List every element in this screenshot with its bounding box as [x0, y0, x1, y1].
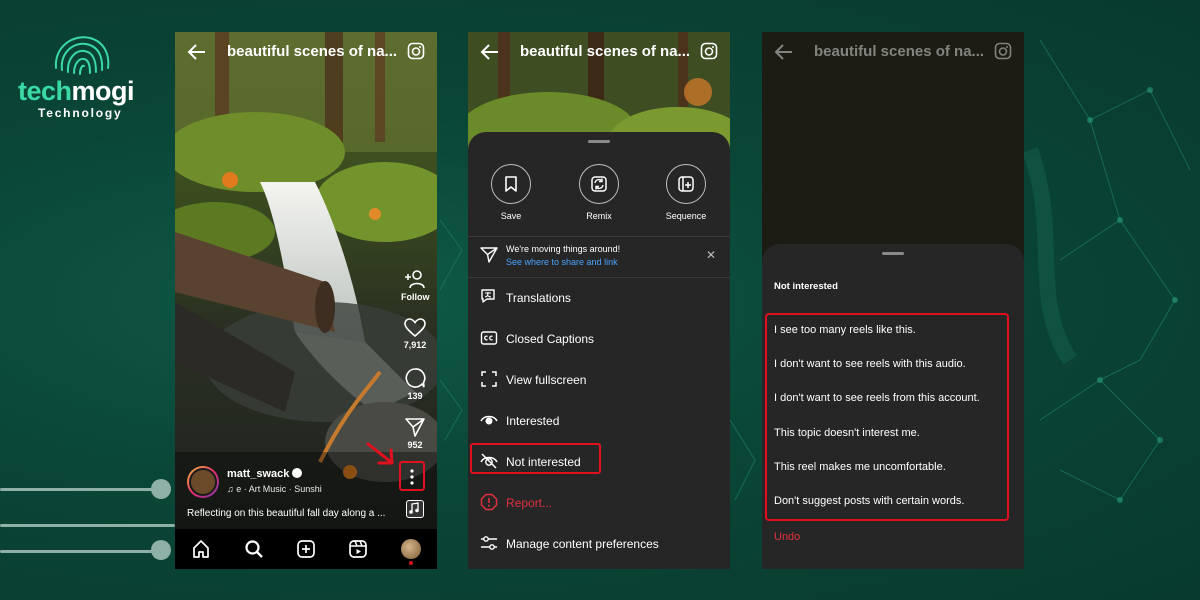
- sheet-grabber[interactable]: [588, 140, 610, 143]
- author-username[interactable]: matt_swack: [227, 468, 303, 480]
- divider: [468, 277, 730, 278]
- like-count: 7,912: [403, 340, 427, 350]
- follow-label: Follow: [401, 292, 430, 302]
- view-fullscreen-label: View fullscreen: [506, 373, 587, 387]
- save-button[interactable]: Save: [490, 164, 532, 221]
- closed-captions-item[interactable]: Closed Captions: [468, 324, 730, 354]
- camera-icon[interactable]: [407, 42, 425, 60]
- sliders-icon: [481, 536, 497, 550]
- profile-avatar[interactable]: [400, 539, 421, 565]
- heart-icon: [404, 318, 426, 338]
- reels-icon[interactable]: [348, 539, 368, 559]
- not-interested-screen: beautiful scenes of na... Not interested…: [762, 32, 1024, 569]
- report-icon: [480, 493, 498, 511]
- like-button[interactable]: 7,912: [401, 318, 429, 350]
- back-arrow-icon[interactable]: [480, 42, 500, 62]
- translate-icon: [481, 289, 495, 303]
- comment-button[interactable]: 139: [401, 367, 429, 401]
- back-arrow-icon[interactable]: [187, 42, 207, 62]
- manage-content-preferences-label: Manage content preferences: [506, 537, 659, 551]
- share-count: 952: [407, 440, 423, 450]
- options-sheet: Save Remix Sequence We're moving things …: [468, 132, 730, 569]
- verified-icon: [292, 468, 303, 478]
- bookmark-icon: [505, 176, 517, 192]
- sequence-label: Sequence: [665, 211, 707, 221]
- reel-title: beautiful scenes of na...: [814, 43, 985, 60]
- sheet-heading: Not interested: [774, 281, 838, 292]
- interested-item[interactable]: Interested: [468, 406, 730, 436]
- reel-topbar: beautiful scenes of na...: [762, 32, 1024, 72]
- sequence-icon: [678, 176, 694, 192]
- highlight-box: [470, 443, 601, 474]
- red-arrow-icon: [366, 442, 394, 465]
- reel-music[interactable]: ♫ e · Art Music · Sunshi: [227, 484, 322, 494]
- connector-line: [0, 524, 175, 527]
- comment-icon: [405, 368, 426, 388]
- author-avatar[interactable]: [187, 466, 219, 498]
- view-fullscreen-item[interactable]: View fullscreen: [468, 365, 730, 395]
- follow-button[interactable]: Follow: [401, 268, 430, 302]
- back-arrow-icon[interactable]: [774, 42, 794, 62]
- remix-button[interactable]: Remix: [578, 164, 620, 221]
- connector-line: [0, 550, 165, 553]
- comment-count: 139: [407, 391, 423, 401]
- save-label: Save: [500, 211, 522, 221]
- sequence-button[interactable]: Sequence: [665, 164, 707, 221]
- send-icon: [480, 247, 498, 263]
- highlight-box: [765, 313, 1009, 521]
- reel-topbar: beautiful scenes of na...: [468, 32, 730, 72]
- translations-item[interactable]: Translations: [468, 283, 730, 313]
- music-note-icon: [409, 502, 419, 514]
- reel-title: beautiful scenes of na...: [520, 43, 691, 60]
- close-icon[interactable]: ✕: [706, 248, 716, 262]
- eye-icon: [480, 415, 498, 425]
- search-icon[interactable]: [244, 539, 264, 559]
- add-person-icon: [405, 270, 425, 289]
- not-interested-sheet: Not interested I see too many reels like…: [762, 244, 1024, 569]
- remix-icon: [591, 176, 607, 192]
- highlight-box: [399, 461, 425, 491]
- camera-icon[interactable]: [700, 42, 718, 60]
- audio-thumbnail[interactable]: [406, 500, 424, 518]
- connector-dot: [151, 540, 171, 560]
- brand-tagline: Technology: [38, 106, 123, 120]
- send-icon: [405, 418, 425, 437]
- brand-name: techmogi: [18, 76, 135, 106]
- connector-dot: [151, 479, 171, 499]
- brand-logo: techmogi Technology: [18, 28, 168, 124]
- camera-icon[interactable]: [994, 42, 1012, 60]
- create-icon[interactable]: [296, 539, 316, 559]
- interested-label: Interested: [506, 414, 560, 428]
- reel-caption[interactable]: Reflecting on this beautiful fall day al…: [187, 508, 397, 519]
- notice-link[interactable]: See where to share and link: [506, 257, 618, 267]
- closed-captions-label: Closed Captions: [506, 332, 595, 346]
- translations-label: Translations: [506, 291, 571, 305]
- manage-content-preferences-item[interactable]: Manage content preferences: [468, 529, 730, 559]
- connector-line: [0, 488, 165, 491]
- options-screen: beautiful scenes of na... Save Remix Seq…: [468, 32, 730, 569]
- remix-label: Remix: [586, 211, 612, 221]
- moving-notice: We're moving things around! See where to…: [468, 240, 730, 276]
- reel-screen: beautiful scenes of na... Follow 7,912 1…: [175, 32, 437, 569]
- notification-dot: [408, 561, 413, 565]
- notice-text: We're moving things around!: [506, 244, 621, 254]
- sheet-grabber[interactable]: [882, 252, 904, 255]
- undo-button[interactable]: Undo: [774, 531, 800, 543]
- fullscreen-icon: [481, 371, 497, 387]
- captions-icon: [480, 331, 498, 345]
- home-icon[interactable]: [191, 539, 211, 559]
- bottom-nav: [175, 529, 437, 569]
- share-button[interactable]: 952: [401, 416, 429, 450]
- divider: [468, 236, 730, 237]
- reel-topbar: beautiful scenes of na...: [175, 32, 437, 72]
- fingerprint-icon: [54, 36, 110, 75]
- report-label: Report...: [506, 496, 553, 510]
- reel-title: beautiful scenes of na...: [227, 43, 398, 60]
- report-item[interactable]: Report...: [468, 488, 730, 518]
